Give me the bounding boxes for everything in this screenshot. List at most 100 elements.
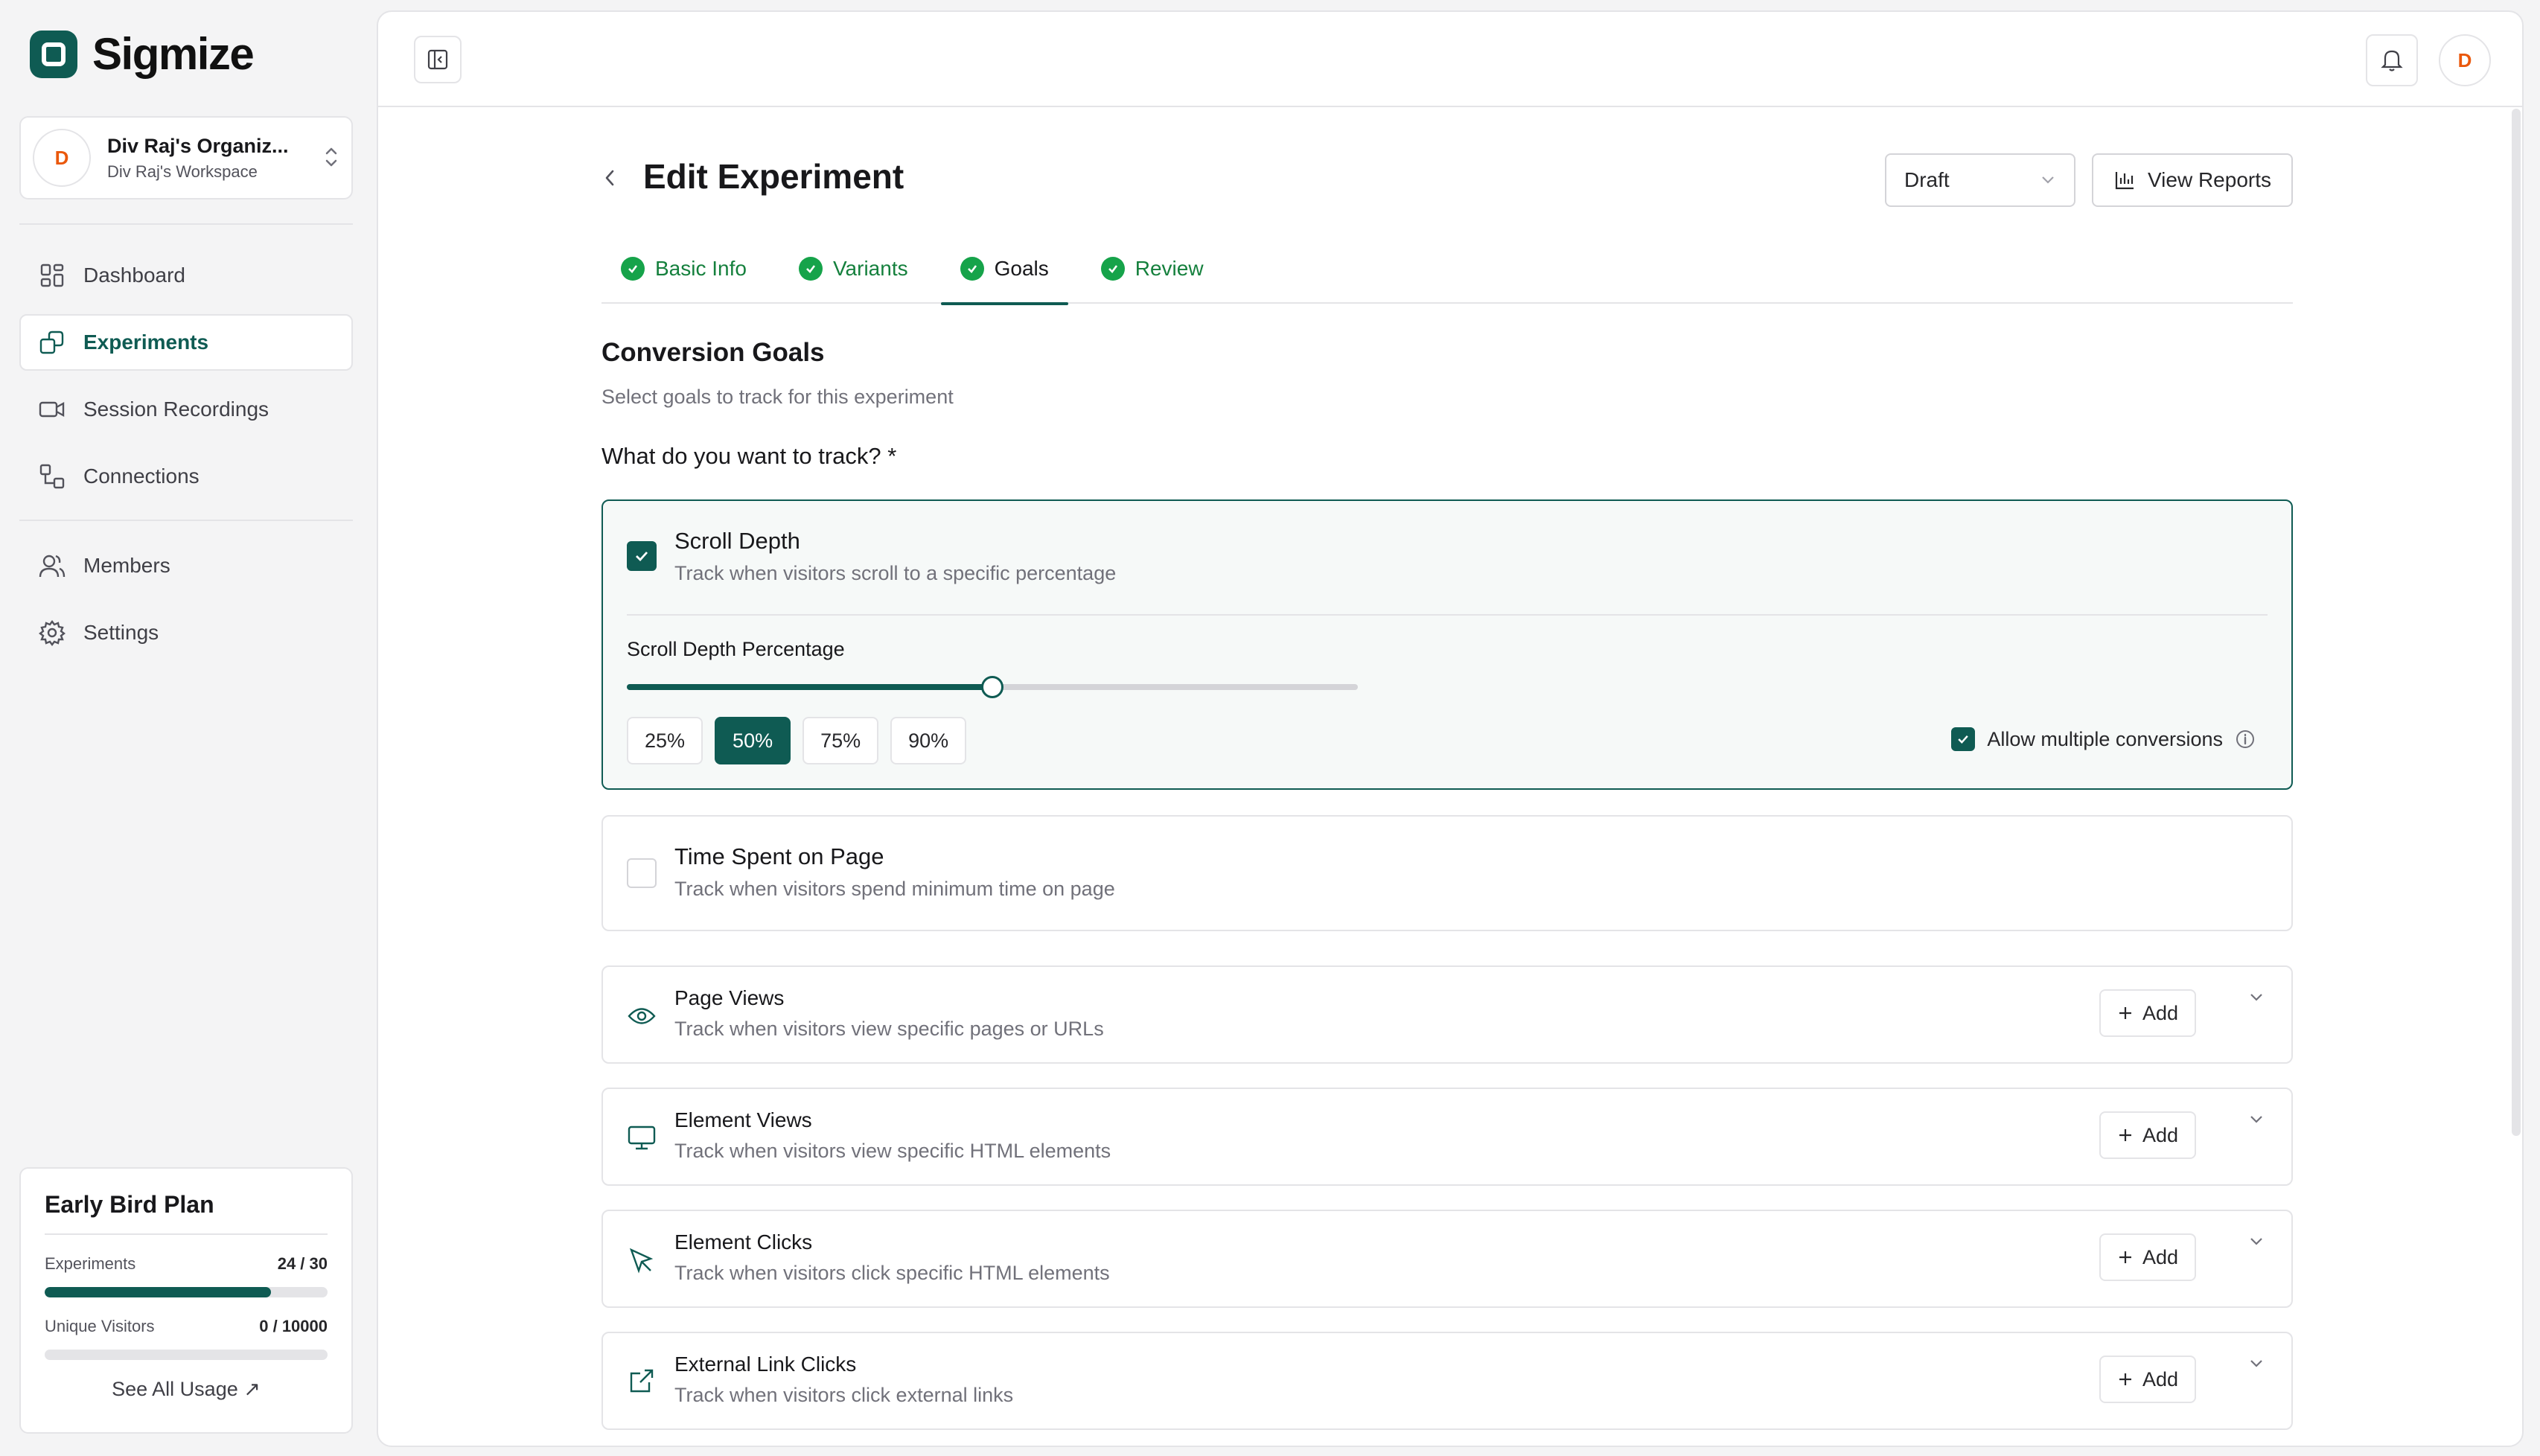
preset-90-button[interactable]: 90% xyxy=(890,717,967,764)
tab-goals[interactable]: Goals xyxy=(940,234,1068,305)
users-icon xyxy=(39,552,66,579)
organization-switcher[interactable]: D Div Raj's Organiz... Div Raj's Workspa… xyxy=(19,116,353,199)
add-label: Add xyxy=(2142,1245,2178,1268)
check-circle-icon xyxy=(1100,257,1125,281)
user-avatar[interactable]: D xyxy=(2439,34,2491,86)
editor-content: Edit Experiment Draft View Reports Basic… xyxy=(602,107,2293,1430)
org-avatar: D xyxy=(33,129,91,187)
status-select[interactable]: Draft xyxy=(1885,153,2075,207)
add-element-clicks-button[interactable]: Add xyxy=(2099,1233,2196,1281)
experiments-usage-fill xyxy=(45,1287,271,1297)
chevron-down-icon[interactable] xyxy=(2248,992,2265,1003)
gear-icon xyxy=(39,619,66,646)
experiments-usage-value: 24 / 30 xyxy=(277,1254,328,1273)
nav-label: Experiments xyxy=(83,331,209,354)
plus-icon xyxy=(2119,1129,2131,1141)
nav-item-settings[interactable]: Settings xyxy=(19,604,353,661)
notifications-button[interactable] xyxy=(2366,34,2418,86)
nav-label: Session Recordings xyxy=(83,397,269,421)
preset-buttons: 25% 50% 75% 90% xyxy=(627,717,967,764)
slider-thumb[interactable] xyxy=(981,676,1003,698)
sidebar: Sigmize D Div Raj's Organiz... Div Raj's… xyxy=(0,0,372,1456)
nav-item-connections[interactable]: Connections xyxy=(19,448,353,505)
goal-card-time-on-page[interactable]: Time Spent on Page Track when visitors s… xyxy=(602,815,2293,931)
main-panel: D Edit Experiment Draft View Reports Bas… xyxy=(377,10,2524,1447)
tab-basic-info[interactable]: Basic Info xyxy=(602,234,766,304)
info-icon xyxy=(2236,730,2254,748)
check-circle-icon xyxy=(621,257,645,281)
preset-50-button[interactable]: 50% xyxy=(715,717,791,764)
goal-description: Track when visitors view specific pages … xyxy=(674,1018,1104,1040)
step-tabs: Basic Info Variants Goals Review xyxy=(602,234,2293,305)
plus-icon xyxy=(2119,1373,2131,1385)
chevrons-up-down-icon xyxy=(323,144,339,172)
nav-item-session-recordings[interactable]: Session Recordings xyxy=(19,381,353,438)
toggle-sidebar-button[interactable] xyxy=(414,36,462,83)
preset-25-button[interactable]: 25% xyxy=(627,717,703,764)
check-icon xyxy=(636,552,648,562)
eye-icon xyxy=(627,1001,657,1031)
preset-75-button[interactable]: 75% xyxy=(802,717,879,764)
nav-item-members[interactable]: Members xyxy=(19,537,353,594)
chevron-down-icon[interactable] xyxy=(2248,1358,2265,1369)
experiments-icon xyxy=(39,329,66,356)
status-value: Draft xyxy=(1904,168,1950,191)
nav-item-experiments[interactable]: Experiments xyxy=(19,314,353,371)
goal-row-page-views[interactable]: Page Views Track when visitors view spec… xyxy=(602,965,2293,1064)
add-element-views-button[interactable]: Add xyxy=(2099,1111,2196,1159)
nav-label: Dashboard xyxy=(83,264,185,287)
goal-question: What do you want to track? * xyxy=(602,443,897,469)
org-workspace: Div Raj's Workspace xyxy=(107,162,258,181)
tab-review[interactable]: Review xyxy=(1082,234,1223,304)
primary-nav: Dashboard Experiments Session Recordings… xyxy=(19,247,353,505)
plus-icon xyxy=(2119,1251,2131,1263)
goal-row-element-clicks[interactable]: Element Clicks Track when visitors click… xyxy=(602,1210,2293,1308)
brand-logo[interactable]: Sigmize xyxy=(30,28,255,80)
see-all-usage-link[interactable]: See All Usage ↗ xyxy=(45,1378,328,1401)
monitor-icon xyxy=(627,1123,657,1153)
org-name: Div Raj's Organiz... xyxy=(107,134,289,157)
sidebar-divider xyxy=(19,520,353,521)
video-icon xyxy=(39,396,66,423)
goal-row-external-link-clicks[interactable]: External Link Clicks Track when visitors… xyxy=(602,1332,2293,1430)
visitors-usage-value: 0 / 10000 xyxy=(259,1317,328,1335)
dashboard-icon xyxy=(39,262,66,289)
view-reports-button[interactable]: View Reports xyxy=(2092,153,2293,207)
page-title: Edit Experiment xyxy=(643,157,904,196)
add-label: Add xyxy=(2142,1123,2178,1146)
connections-icon xyxy=(39,463,66,490)
allow-multiple-checkbox[interactable] xyxy=(1951,727,1976,751)
plan-usage-card: Early Bird Plan Experiments 24 / 30 Uniq… xyxy=(19,1167,353,1434)
back-button[interactable] xyxy=(602,167,618,195)
card-divider xyxy=(627,614,2268,616)
chevron-left-icon xyxy=(605,170,614,186)
allow-multiple-conversions[interactable]: Allow multiple conversions xyxy=(1951,727,2256,751)
scrollbar[interactable] xyxy=(2512,109,2521,1136)
scroll-depth-slider[interactable] xyxy=(627,676,1358,698)
goal-title: Scroll Depth xyxy=(674,528,800,554)
page-header: Edit Experiment Draft View Reports xyxy=(602,107,2293,234)
add-external-link-clicks-button[interactable]: Add xyxy=(2099,1356,2196,1403)
scroll-depth-checkbox[interactable] xyxy=(627,541,657,571)
time-on-page-checkbox[interactable] xyxy=(627,858,657,888)
visitors-usage-label: Unique Visitors xyxy=(45,1317,155,1335)
plus-icon xyxy=(2119,1007,2131,1019)
check-icon xyxy=(1958,735,1969,744)
sidebar-divider xyxy=(19,223,353,225)
goal-title: Element Clicks xyxy=(674,1230,813,1254)
add-page-views-button[interactable]: Add xyxy=(2099,989,2196,1037)
tab-variants[interactable]: Variants xyxy=(779,234,928,304)
check-circle-icon xyxy=(798,257,823,281)
chevron-down-icon[interactable] xyxy=(2248,1114,2265,1125)
goal-row-element-views[interactable]: Element Views Track when visitors view s… xyxy=(602,1088,2293,1186)
visitors-usage-bar xyxy=(45,1350,328,1360)
nav-item-dashboard[interactable]: Dashboard xyxy=(19,247,353,304)
external-link-icon xyxy=(627,1366,657,1396)
allow-multiple-label: Allow multiple conversions xyxy=(1987,727,2223,750)
slider-range xyxy=(627,684,992,690)
goal-card-scroll-depth[interactable]: Scroll Depth Track when visitors scroll … xyxy=(602,499,2293,790)
goal-description: Track when visitors click external links xyxy=(674,1384,1014,1406)
slider-label: Scroll Depth Percentage xyxy=(627,638,845,660)
chevron-down-icon[interactable] xyxy=(2248,1236,2265,1247)
sigmize-logo-icon xyxy=(30,30,77,78)
